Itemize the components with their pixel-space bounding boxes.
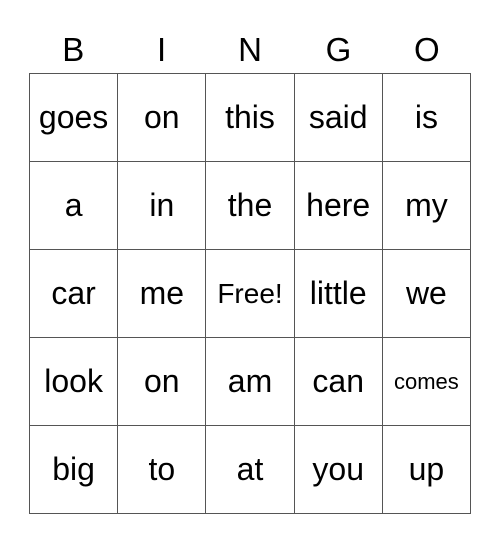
bingo-cell[interactable]: big [30, 426, 119, 514]
bingo-cell[interactable]: in [118, 162, 207, 250]
bingo-cell[interactable]: can [294, 338, 383, 426]
bingo-cell[interactable]: my [382, 162, 471, 250]
header-letter-i: I [157, 31, 167, 68]
header-letter-o: O [413, 31, 440, 68]
bingo-grid: goes on this said is a in the here my ca… [29, 73, 471, 514]
free-space-cell[interactable]: Free! [206, 250, 295, 338]
bingo-cell[interactable]: comes [382, 338, 471, 426]
bingo-cell[interactable]: look [30, 338, 119, 426]
bingo-cell[interactable]: up [382, 426, 471, 514]
bingo-header: B I N G O [29, 30, 471, 70]
bingo-cell[interactable]: car [30, 250, 119, 338]
bingo-cell[interactable]: here [294, 162, 383, 250]
bingo-cell[interactable]: is [382, 74, 471, 162]
bingo-cell[interactable]: said [294, 74, 383, 162]
header-letter-n: N [238, 31, 262, 68]
bingo-cell[interactable]: at [206, 426, 295, 514]
bingo-cell[interactable]: the [206, 162, 295, 250]
bingo-cell[interactable]: on [118, 338, 207, 426]
bingo-cell[interactable]: little [294, 250, 383, 338]
bingo-cell[interactable]: you [294, 426, 383, 514]
bingo-cell[interactable]: me [118, 250, 207, 338]
bingo-cell[interactable]: this [206, 74, 295, 162]
bingo-cell[interactable]: am [206, 338, 295, 426]
bingo-cell[interactable]: to [118, 426, 207, 514]
bingo-cell[interactable]: we [382, 250, 471, 338]
bingo-cell[interactable]: a [30, 162, 119, 250]
bingo-cell[interactable]: goes [30, 74, 119, 162]
header-letter-g: G [325, 31, 352, 68]
header-letter-b: B [62, 31, 85, 68]
bingo-cell[interactable]: on [118, 74, 207, 162]
